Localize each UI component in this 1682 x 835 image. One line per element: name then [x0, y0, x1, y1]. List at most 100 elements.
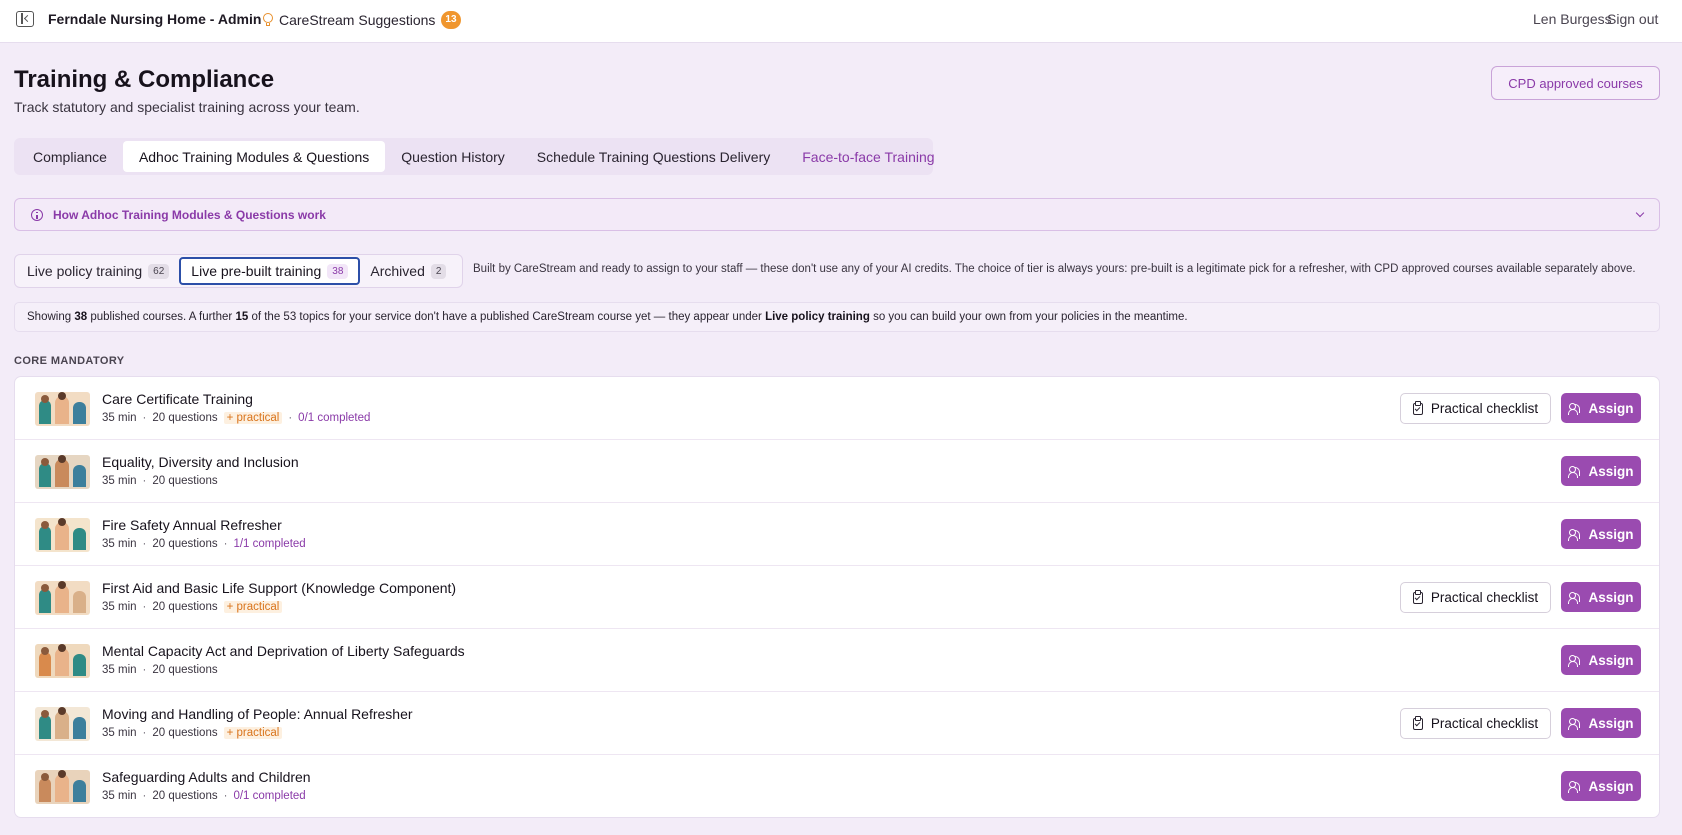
- course-meta: 35 min · 20 questions + practical: [102, 601, 283, 613]
- sidebar-toggle-icon[interactable]: [16, 11, 34, 27]
- meta-separator: ·: [223, 538, 228, 550]
- course-title[interactable]: Care Certificate Training: [102, 391, 253, 407]
- practical-tag: + practical: [223, 727, 283, 739]
- count-badge: 62: [148, 263, 170, 279]
- clipboard-icon: [1412, 715, 1423, 730]
- course-thumbnail: [35, 707, 90, 741]
- completed-status[interactable]: 0/1 completed: [298, 412, 370, 424]
- assign-button[interactable]: Assign: [1561, 519, 1641, 549]
- banner-prefix: Showing: [27, 311, 72, 323]
- course-duration: 35 min: [102, 475, 137, 487]
- page-subtitle: Track statutory and specialist training …: [14, 99, 360, 115]
- course-questions: 20 questions: [152, 538, 218, 550]
- course-thumbnail: [35, 455, 90, 489]
- subtab-live-prebuilt[interactable]: Live pre-built training 38: [179, 257, 361, 285]
- course-title[interactable]: Safeguarding Adults and Children: [102, 769, 311, 785]
- meta-separator: ·: [142, 538, 147, 550]
- how-it-works-panel[interactable]: How Adhoc Training Modules & Questions w…: [14, 198, 1660, 231]
- practical-checklist-button[interactable]: Practical checklist: [1400, 708, 1551, 739]
- assign-label: Assign: [1588, 463, 1634, 479]
- users-icon: [1568, 465, 1581, 478]
- course-questions: 20 questions: [152, 601, 218, 613]
- course-meta: 35 min · 20 questions + practical · 0/1 …: [102, 412, 370, 424]
- sign-out-link[interactable]: Sign out: [1607, 11, 1658, 27]
- page-title: Training & Compliance: [14, 66, 275, 93]
- course-title[interactable]: Equality, Diversity and Inclusion: [102, 454, 299, 470]
- assign-button[interactable]: Assign: [1561, 456, 1641, 486]
- checklist-label: Practical checklist: [1430, 716, 1539, 731]
- lightbulb-icon: [263, 13, 273, 27]
- meta-separator: ·: [142, 727, 147, 739]
- practical-tag: + practical: [223, 412, 283, 424]
- assign-label: Assign: [1588, 652, 1634, 668]
- course-row: Mental Capacity Act and Deprivation of L…: [15, 629, 1659, 692]
- users-icon: [1568, 780, 1581, 793]
- user-name[interactable]: Len Burgess: [1533, 11, 1612, 27]
- clipboard-icon: [1412, 400, 1423, 415]
- course-title[interactable]: Fire Safety Annual Refresher: [102, 517, 282, 533]
- assign-button[interactable]: Assign: [1561, 708, 1641, 738]
- course-questions: 20 questions: [152, 412, 218, 424]
- meta-separator: ·: [142, 412, 147, 424]
- tab-adhoc-training[interactable]: Adhoc Training Modules & Questions: [122, 141, 386, 172]
- sub-tabs: Live policy training 62 Live pre-built t…: [14, 254, 463, 288]
- assign-button[interactable]: Assign: [1561, 771, 1641, 801]
- assign-button[interactable]: Assign: [1561, 645, 1641, 675]
- chevron-down-icon[interactable]: [1635, 208, 1645, 218]
- course-questions: 20 questions: [152, 475, 218, 487]
- course-row: Moving and Handling of People: Annual Re…: [15, 692, 1659, 755]
- course-row: Fire Safety Annual Refresher 35 min · 20…: [15, 503, 1659, 566]
- course-meta: 35 min · 20 questions: [102, 475, 218, 487]
- suggestions-count-badge: 13: [441, 11, 461, 29]
- completed-status[interactable]: 1/1 completed: [233, 538, 305, 550]
- banner-part2: of the 53 topics for your service don't …: [251, 311, 762, 323]
- course-thumbnail: [35, 392, 90, 426]
- course-thumbnail: [35, 644, 90, 678]
- checklist-label: Practical checklist: [1430, 401, 1539, 416]
- tab-schedule-delivery[interactable]: Schedule Training Questions Delivery: [521, 141, 786, 172]
- assign-label: Assign: [1588, 715, 1634, 731]
- course-duration: 35 min: [102, 664, 137, 676]
- practical-checklist-button[interactable]: Practical checklist: [1400, 582, 1551, 613]
- completed-status[interactable]: 0/1 completed: [233, 790, 305, 802]
- practical-checklist-button[interactable]: Practical checklist: [1400, 393, 1551, 424]
- top-bar: Ferndale Nursing Home - Admin CareStream…: [0, 0, 1682, 43]
- suggestions-label: CareStream Suggestions: [279, 12, 436, 28]
- subtab-live-policy[interactable]: Live policy training 62: [17, 257, 179, 285]
- assign-button[interactable]: Assign: [1561, 582, 1641, 612]
- course-meta: 35 min · 20 questions · 1/1 completed: [102, 538, 306, 550]
- subtab-label: Live pre-built training: [191, 263, 322, 279]
- tab-question-history[interactable]: Question History: [385, 141, 520, 172]
- assign-button[interactable]: Assign: [1561, 393, 1641, 423]
- course-title[interactable]: First Aid and Basic Life Support (Knowle…: [102, 580, 456, 596]
- assign-label: Assign: [1588, 778, 1634, 794]
- meta-separator: ·: [142, 475, 147, 487]
- meta-separator: ·: [142, 601, 147, 613]
- assign-label: Assign: [1588, 589, 1634, 605]
- meta-separator: ·: [288, 412, 293, 424]
- course-row: First Aid and Basic Life Support (Knowle…: [15, 566, 1659, 629]
- course-title[interactable]: Moving and Handling of People: Annual Re…: [102, 706, 413, 722]
- meta-separator: ·: [142, 664, 147, 676]
- course-list: Care Certificate Training 35 min · 20 qu…: [14, 376, 1660, 818]
- subtab-label: Archived: [370, 263, 425, 279]
- course-questions: 20 questions: [152, 790, 218, 802]
- course-thumbnail: [35, 770, 90, 804]
- course-duration: 35 min: [102, 601, 137, 613]
- prebuilt-description: Built by CareStream and ready to assign …: [473, 263, 1636, 275]
- banner-part1: published courses. A further: [90, 311, 233, 323]
- course-duration: 35 min: [102, 790, 137, 802]
- how-it-works-label: How Adhoc Training Modules & Questions w…: [53, 207, 326, 222]
- cpd-approved-courses-button[interactable]: CPD approved courses: [1491, 66, 1660, 100]
- users-icon: [1568, 717, 1581, 730]
- main-tabs: Compliance Adhoc Training Modules & Ques…: [14, 138, 935, 175]
- course-title[interactable]: Mental Capacity Act and Deprivation of L…: [102, 643, 465, 659]
- course-meta: 35 min · 20 questions: [102, 664, 218, 676]
- live-policy-link[interactable]: Live policy training: [765, 311, 870, 323]
- tab-compliance[interactable]: Compliance: [17, 141, 123, 172]
- subtab-archived[interactable]: Archived 2: [360, 257, 456, 285]
- suggestions-link[interactable]: CareStream Suggestions 13: [263, 11, 461, 29]
- course-duration: 35 min: [102, 538, 137, 550]
- tab-face-to-face[interactable]: Face-to-face Training: [786, 141, 950, 172]
- course-questions: 20 questions: [152, 664, 218, 676]
